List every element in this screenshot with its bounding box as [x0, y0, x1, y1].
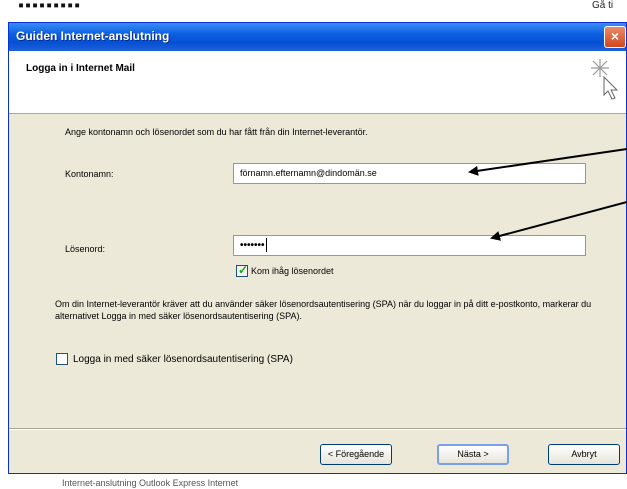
close-icon: × — [610, 28, 620, 44]
background-goto-text: Gå ti — [592, 0, 614, 11]
checkmark-icon: ✓ — [238, 263, 249, 277]
wizard-star-icon — [591, 59, 619, 100]
intro-text: Ange kontonamn och lösenordet som du har… — [65, 127, 368, 137]
password-label: Lösenord: — [65, 244, 106, 254]
account-label: Kontonamn: — [65, 169, 114, 179]
password-input[interactable]: ••••••• — [233, 235, 586, 256]
title-bar: Guiden Internet-anslutning × — [9, 23, 626, 51]
remember-password-checkbox[interactable]: ✓ — [236, 263, 249, 277]
remember-password-label[interactable]: Kom ihåg lösenordet — [251, 266, 334, 276]
next-button[interactable]: Nästa > — [437, 444, 509, 465]
account-name-input[interactable]: förnamn.efternamn@dindomän.se — [233, 163, 586, 184]
button-separator — [9, 428, 626, 430]
background-bottom-text: Internet-anslutning Outlook Express Inte… — [62, 478, 239, 488]
account-name-value: förnamn.efternamn@dindomän.se — [240, 168, 377, 178]
text-caret — [265, 238, 267, 253]
spa-checkbox[interactable] — [56, 353, 68, 365]
wizard-header: Logga in i Internet Mail — [9, 51, 626, 114]
background-menu-text: ▪▪▪▪▪▪▪▪▪ — [18, 0, 82, 11]
cancel-button[interactable]: Avbryt — [548, 444, 620, 465]
close-button[interactable]: × — [604, 26, 626, 48]
spa-description: Om din Internet-leverantör kräver att du… — [55, 299, 592, 321]
page-title: Logga in i Internet Mail — [26, 63, 135, 74]
desktop-background-top — [0, 0, 627, 22]
wizard-dialog: Guiden Internet-anslutning × Logga in i … — [8, 22, 627, 474]
back-button[interactable]: < Föregående — [320, 444, 392, 465]
spa-label[interactable]: Logga in med säker lösenordsautentiserin… — [73, 354, 293, 365]
window-title: Guiden Internet-anslutning — [16, 29, 170, 43]
password-value: ••••••• — [240, 240, 265, 251]
